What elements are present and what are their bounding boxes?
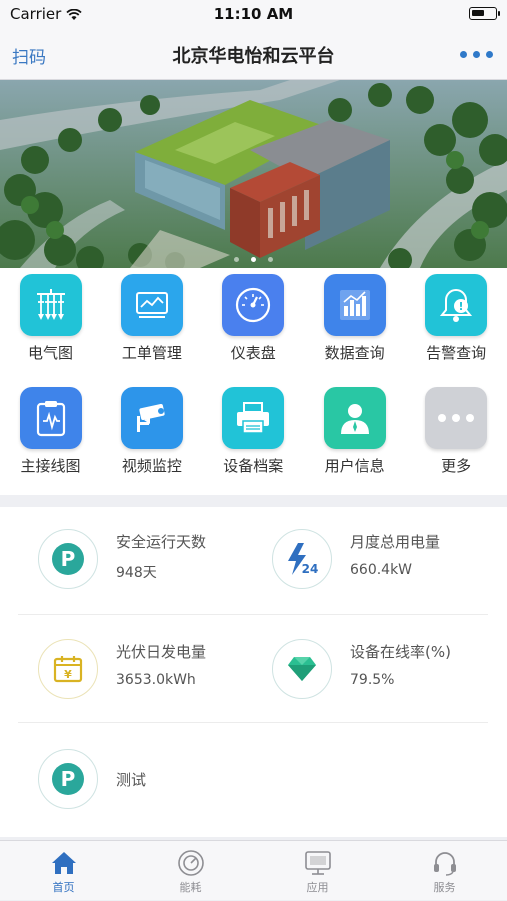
page-title: 北京华电怡和云平台: [172, 46, 335, 67]
carousel-dot[interactable]: [251, 257, 256, 262]
banner-carousel[interactable]: [0, 80, 507, 268]
stat-title: 光伏日发电量: [116, 643, 207, 661]
divider: [18, 614, 488, 615]
grid-item-6[interactable]: 主接线图: [0, 381, 101, 491]
stat-title: 测试: [116, 771, 147, 789]
tab-label: 首页: [52, 881, 75, 894]
grid-item-7[interactable]: 视频监控: [101, 381, 202, 491]
carousel-indicator: [0, 257, 507, 262]
grid-item-10[interactable]: 更多: [406, 381, 507, 491]
battery-icon: [469, 7, 500, 20]
dot-icon: [460, 51, 467, 58]
clipboard-icon: [19, 387, 82, 449]
stat-title: 月度总用电量: [350, 533, 441, 551]
grid-item-9[interactable]: 用户信息: [304, 381, 405, 491]
grid-item-label: 视频监控: [121, 457, 182, 475]
grid-item-8[interactable]: 设备档案: [203, 381, 304, 491]
data-chart-icon: [323, 274, 386, 336]
tab-label: 能耗: [179, 881, 202, 894]
nav-bar: 扫码 北京华电怡和云平台: [0, 28, 507, 80]
grid-item-label: 主接线图: [20, 457, 81, 475]
grid-item-3[interactable]: 仪表盘: [203, 268, 304, 378]
status-bar: Carrier 11:10 AM: [0, 0, 507, 28]
tab-app[interactable]: 应用: [254, 841, 381, 901]
carousel-dot[interactable]: [268, 257, 273, 262]
stat-pv-daily[interactable]: ¥ 光伏日发电量 3653.0kWh: [38, 639, 268, 739]
grid-item-2[interactable]: 工单管理: [101, 268, 202, 378]
diamond-icon: [272, 639, 332, 699]
tab-service[interactable]: 服务: [381, 841, 507, 901]
tab-energy[interactable]: 能耗: [127, 841, 254, 901]
stat-value: 79.5%: [350, 672, 395, 688]
svg-text:!: !: [459, 300, 464, 313]
tab-label: 服务: [433, 881, 456, 894]
alarm-bell-icon: !: [425, 274, 488, 336]
stat-value: 948天: [116, 565, 157, 581]
home-icon: [49, 849, 79, 877]
tab-bar: 首页 能耗 应用 服务: [0, 840, 507, 900]
more-icon: [425, 387, 488, 449]
parking-p-icon: P: [38, 749, 98, 809]
tab-label: 应用: [306, 881, 329, 894]
calendar-yen-icon: ¥: [38, 639, 98, 699]
grid-item-label: 更多: [441, 457, 472, 475]
stat-title: 安全运行天数: [116, 533, 207, 551]
grid-item-label: 仪表盘: [230, 344, 276, 362]
grid-item-5[interactable]: ! 告警查询: [406, 268, 507, 378]
dot-icon: [473, 51, 480, 58]
grid-item-label: 设备档案: [223, 457, 284, 475]
tab-home[interactable]: 首页: [0, 841, 127, 901]
grid-item-label: 数据查询: [324, 344, 385, 362]
headset-icon: [430, 849, 460, 877]
more-menu-button[interactable]: [460, 51, 493, 58]
app-icon: [303, 849, 333, 877]
grid-item-label: 工单管理: [121, 344, 182, 362]
divider: [18, 722, 488, 723]
printer-icon: [222, 387, 285, 449]
energy-icon: [176, 849, 206, 877]
clock: 11:10 AM: [213, 5, 294, 23]
electrical-diagram-icon: [19, 274, 82, 336]
dot-icon: [486, 51, 493, 58]
lightning-24-icon: 24: [272, 529, 332, 589]
stat-test[interactable]: P 测试: [38, 749, 268, 849]
function-grid: 电气图 工单管理 仪表盘 数据查询! 告警查询 主接线图 视频监控 设备档案 用户信息 更多: [0, 268, 507, 495]
grid-item-label: 用户信息: [324, 457, 385, 475]
svg-text:P: P: [61, 767, 76, 791]
grid-item-4[interactable]: 数据查询: [304, 268, 405, 378]
svg-text:P: P: [61, 547, 76, 571]
stat-device-online[interactable]: 设备在线率(%) 79.5%: [272, 639, 502, 739]
stats-panel: P 安全运行天数 948天 24 月度总用电量 660.4kW ¥ 光伏日发电量…: [0, 507, 507, 837]
grid-item-label: 电气图: [27, 344, 73, 362]
stat-value: 660.4kW: [350, 562, 413, 578]
user-icon: [323, 387, 386, 449]
grid-item-label: 告警查询: [426, 344, 487, 362]
grid-item-1[interactable]: 电气图: [0, 268, 101, 378]
stat-value: 3653.0kWh: [116, 672, 196, 688]
svg-text:24: 24: [302, 562, 319, 576]
carousel-dot[interactable]: [234, 257, 239, 262]
gauge-icon: [222, 274, 285, 336]
svg-text:¥: ¥: [64, 668, 72, 681]
camera-icon: [120, 387, 183, 449]
stat-title: 设备在线率(%): [350, 643, 451, 661]
parking-p-icon: P: [38, 529, 98, 589]
building-illustration: [0, 80, 507, 268]
work-order-icon: [120, 274, 183, 336]
